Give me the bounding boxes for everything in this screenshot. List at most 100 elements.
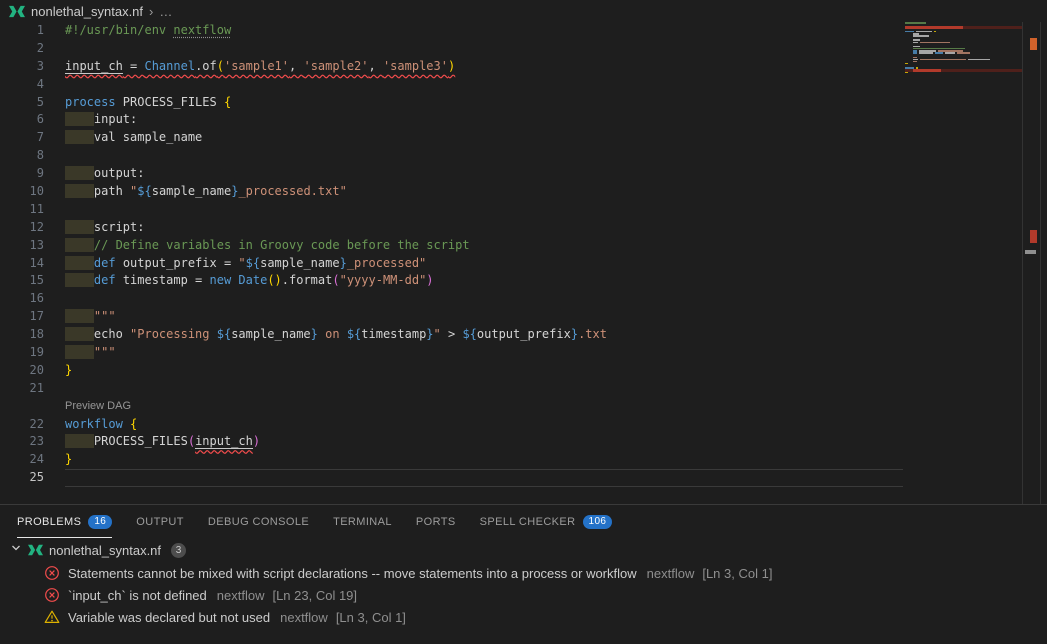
code-token: ${ <box>137 184 151 198</box>
problem-location: [Ln 3, Col 1] <box>702 566 772 581</box>
code-line[interactable] <box>65 147 903 165</box>
tab-terminal[interactable]: TERMINAL <box>333 505 392 538</box>
line-number: 5 <box>0 94 44 112</box>
code-token: def <box>94 256 123 270</box>
code-token: sample_name <box>152 184 231 198</box>
line-number: 21 <box>0 380 44 398</box>
code-line[interactable]: def timestamp = new Date().format("yyyy-… <box>65 272 903 290</box>
code-token: } <box>311 327 318 341</box>
code-token: ) <box>426 273 433 287</box>
code-token: .of <box>195 59 217 73</box>
code-token: PROCESS_FILES <box>123 95 224 109</box>
tab-ports[interactable]: PORTS <box>416 505 456 538</box>
indent-highlight <box>65 434 94 448</box>
warning-icon <box>44 609 60 625</box>
code-line[interactable] <box>65 76 903 94</box>
tab-badge: 16 <box>88 515 112 529</box>
editor-edge-line <box>1040 22 1041 506</box>
breadcrumb-filename[interactable]: nonlethal_syntax.nf <box>31 4 143 19</box>
code-token: new <box>210 273 239 287</box>
code-token: // Define variables in Groovy code befor… <box>94 238 470 252</box>
code-line[interactable] <box>65 469 903 487</box>
code-line[interactable]: workflow { <box>65 416 903 434</box>
code-line[interactable]: path "${sample_name}_processed.txt" <box>65 183 903 201</box>
breadcrumb[interactable]: nonlethal_syntax.nf › … <box>0 0 1047 22</box>
code-line[interactable]: """ <box>65 308 903 326</box>
code-line[interactable]: PROCESS_FILES(input_ch) <box>65 433 903 451</box>
nextflow-file-icon <box>9 5 25 18</box>
tab-debug-console[interactable]: DEBUG CONSOLE <box>208 505 309 538</box>
code-line[interactable]: echo "Processing ${sample_name} on ${tim… <box>65 326 903 344</box>
tab-spell-checker[interactable]: SPELL CHECKER106 <box>480 505 613 538</box>
line-number: 4 <box>0 76 44 94</box>
indent-highlight <box>65 256 94 270</box>
code-line[interactable]: def output_prefix = "${sample_name}_proc… <box>65 255 903 273</box>
code-line[interactable]: output: <box>65 165 903 183</box>
code-token: ( <box>217 59 224 73</box>
code-token: ( <box>332 273 339 287</box>
vscode-window: nonlethal_syntax.nf › … 1#!/usr/bin/env … <box>0 0 1047 644</box>
line-number: 24 <box>0 451 44 469</box>
code-token: " <box>434 327 441 341</box>
tab-problems[interactable]: PROBLEMS16 <box>17 505 112 538</box>
code-token: " <box>238 256 245 270</box>
codelens-preview-dag[interactable]: Preview DAG <box>65 398 131 416</box>
code-line[interactable]: input_ch = Channel.of('sample1', 'sample… <box>65 58 903 76</box>
bottom-panel: PROBLEMS16 OUTPUT DEBUG CONSOLE TERMINAL POR… <box>0 504 1047 644</box>
tab-output[interactable]: OUTPUT <box>136 505 184 538</box>
minimap[interactable] <box>905 22 1022 92</box>
line-number: 12 <box>0 219 44 237</box>
code-token: sample_name <box>231 327 310 341</box>
code-line[interactable]: #!/usr/bin/env nextflow <box>65 22 903 40</box>
overview-ruler-marker <box>1025 250 1036 254</box>
problem-source: nextflow <box>217 588 265 603</box>
line-number: 17 <box>0 308 44 326</box>
code-token: ) <box>253 434 260 448</box>
breadcrumb-more[interactable]: … <box>159 4 172 19</box>
editor-row: 17 """ <box>0 308 903 326</box>
chevron-down-icon[interactable] <box>10 542 22 558</box>
code-line[interactable]: process PROCESS_FILES { <box>65 94 903 112</box>
code-token: 'sample3' <box>383 59 448 73</box>
code-line[interactable]: } <box>65 362 903 380</box>
editor-row: 16 <box>0 290 903 308</box>
code-line[interactable] <box>65 40 903 58</box>
line-number: 18 <box>0 326 44 344</box>
code-token: output_prefix <box>477 327 571 341</box>
code-line[interactable] <box>65 290 903 308</box>
problem-row[interactable]: `input_ch` is not definednextflow[Ln 23,… <box>0 584 1047 606</box>
code-line[interactable]: """ <box>65 344 903 362</box>
chevron-right-icon: › <box>149 4 153 19</box>
code-token: _processed" <box>347 256 426 270</box>
problems-file-group[interactable]: nonlethal_syntax.nf 3 <box>0 538 1047 562</box>
problem-message: Statements cannot be mixed with script d… <box>68 566 637 581</box>
code-token: def <box>94 273 123 287</box>
code-token: > <box>441 327 463 341</box>
problem-row[interactable]: Variable was declared but not usednextfl… <box>0 606 1047 628</box>
editor-row: 15 def timestamp = new Date().format("yy… <box>0 272 903 290</box>
code-line[interactable]: val sample_name <box>65 129 903 147</box>
indent-highlight <box>65 112 94 126</box>
line-number: 23 <box>0 433 44 451</box>
code-token: ${ <box>217 327 231 341</box>
code-token: { <box>130 417 137 431</box>
problems-list: Statements cannot be mixed with script d… <box>0 562 1047 628</box>
code-token: #!/usr/bin/env <box>65 23 173 37</box>
code-line[interactable]: // Define variables in Groovy code befor… <box>65 237 903 255</box>
editor-row: Preview DAG <box>0 398 903 416</box>
editor-row: 8 <box>0 147 903 165</box>
code-line[interactable] <box>65 201 903 219</box>
code-line[interactable]: input: <box>65 111 903 129</box>
problem-row[interactable]: Statements cannot be mixed with script d… <box>0 562 1047 584</box>
editor-row: 18 echo "Processing ${sample_name} on ${… <box>0 326 903 344</box>
line-number: 6 <box>0 111 44 129</box>
code-token: { <box>224 95 231 109</box>
editor-row: 7 val sample_name <box>0 129 903 147</box>
code-line[interactable]: } <box>65 451 903 469</box>
code-token: workflow <box>65 417 130 431</box>
code-line[interactable] <box>65 380 903 398</box>
code-editor[interactable]: 1#!/usr/bin/env nextflow23input_ch = Cha… <box>0 22 1047 504</box>
code-line[interactable]: script: <box>65 219 903 237</box>
line-number: 8 <box>0 147 44 165</box>
code-token: """ <box>94 345 116 359</box>
